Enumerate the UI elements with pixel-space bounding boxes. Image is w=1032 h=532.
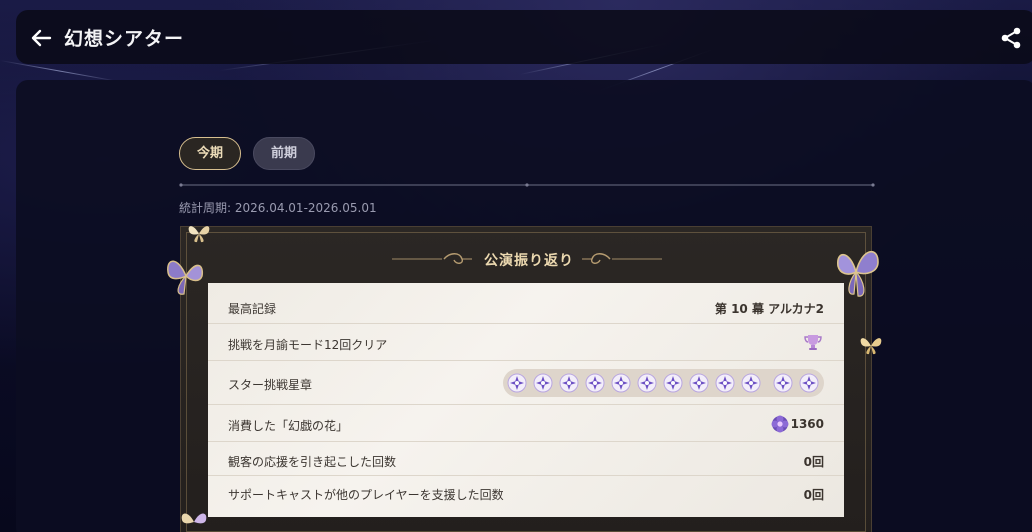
row-value: 0回 — [803, 488, 824, 502]
list-item: 最高記録 第 10 幕 アルカナ2 — [208, 290, 844, 324]
star-badge-icon — [611, 373, 631, 393]
star-badge-icon — [715, 373, 735, 393]
butterfly-icon — [167, 260, 204, 295]
tab-previous-period[interactable]: 前期 — [253, 137, 315, 170]
flower-icon — [771, 415, 789, 433]
row-value: 0回 — [803, 455, 824, 469]
share-icon[interactable] — [1000, 27, 1022, 49]
row-label: 挑戦を月諭モード12回クリア — [228, 338, 388, 352]
list-item: 消費した「幻戯の花」 1360 — [208, 405, 844, 442]
row-label: サポートキャストが他のプレイヤーを支援した回数 — [228, 488, 504, 502]
star-badge-icon — [585, 373, 605, 393]
star-badge-icon — [741, 373, 761, 393]
butterfly-icon — [181, 513, 207, 524]
butterfly-icon — [837, 251, 879, 297]
star-badge-icon — [799, 373, 819, 393]
row-value: 第 10 幕 アルカナ2 — [714, 302, 824, 316]
title-ornament-left — [392, 253, 472, 264]
arrow-left-icon[interactable] — [30, 28, 52, 48]
butterfly-icon — [860, 338, 882, 355]
trophy-icon — [804, 335, 822, 350]
row-value: 1360 — [790, 417, 824, 431]
tab-current-period[interactable]: 今期 — [179, 137, 241, 170]
title-ornament-right — [582, 253, 662, 264]
row-label: 最高記録 — [228, 302, 277, 316]
star-badge-icon — [773, 373, 793, 393]
row-label: スター挑戦星章 — [228, 378, 313, 392]
list-item: 挑戦を月諭モード12回クリア — [208, 324, 844, 361]
row-label: 消費した「幻戯の花」 — [228, 419, 349, 433]
list-item: 観客の応援を引き起こした回数 0回 — [208, 442, 844, 476]
star-badge-icon — [507, 373, 527, 393]
star-badge-icon — [637, 373, 657, 393]
star-badge-icon — [689, 373, 709, 393]
row-label: 観客の応援を引き起こした回数 — [228, 455, 397, 469]
butterfly-icon — [188, 226, 210, 243]
card-title: 公演振り返り — [484, 253, 574, 269]
divider — [179, 183, 875, 187]
star-badge-icon — [663, 373, 683, 393]
stats-period: 統計周期: 2026.04.01-2026.05.01 — [179, 201, 377, 215]
list-item: サポートキャストが他のプレイヤーを支援した回数 0回 — [208, 476, 844, 510]
star-badge-icon — [533, 373, 553, 393]
page-title: 幻想シアター — [64, 28, 185, 50]
star-badge-icon — [559, 373, 579, 393]
